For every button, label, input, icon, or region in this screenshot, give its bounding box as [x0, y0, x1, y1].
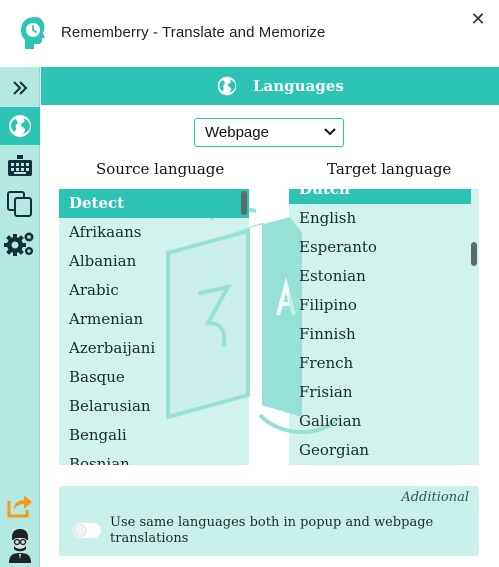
target-language-item[interactable]: Galician [289, 407, 479, 436]
sidebar-item-copy[interactable] [0, 185, 40, 223]
rememberry-logo-icon [21, 17, 45, 49]
target-language-item[interactable]: English [289, 204, 479, 233]
source-language-item[interactable]: Afrikaans [59, 218, 249, 247]
keyboard-icon [8, 155, 32, 176]
target-language-item[interactable]: French [289, 349, 479, 378]
source-language-item[interactable]: Armenian [59, 305, 249, 334]
sidebar-item-keyboard[interactable] [0, 147, 40, 185]
same-languages-label: Use same languages both in popup and web… [110, 515, 434, 546]
source-language-item[interactable]: Bosnian [59, 450, 249, 465]
target-language-list[interactable]: Dutch English Esperanto Estonian Filipin… [289, 189, 479, 465]
target-language-item[interactable]: Estonian [289, 262, 479, 291]
target-language-item[interactable]: Finnish [289, 320, 479, 349]
target-language-item[interactable]: Filipino [289, 291, 479, 320]
double-chevron-right-icon [13, 81, 28, 95]
close-button[interactable]: ✕ [468, 10, 488, 30]
chevron-down-icon [324, 128, 336, 136]
globe-icon [9, 115, 31, 137]
source-language-item[interactable]: Detect [59, 189, 249, 218]
gears-icon [4, 232, 34, 256]
mode-select-value: Webpage [205, 124, 269, 141]
source-language-item[interactable]: Basque [59, 363, 249, 392]
source-language-item[interactable]: Albanian [59, 247, 249, 276]
sidebar-item-settings[interactable] [0, 225, 40, 263]
page-title: Languages [253, 77, 344, 95]
target-language-label: Target language [327, 160, 452, 178]
expand-sidebar-button[interactable] [0, 69, 40, 107]
app-title: Rememberry - Translate and Memorize [61, 24, 326, 41]
source-language-item[interactable]: Arabic [59, 276, 249, 305]
copy-icon [7, 191, 32, 217]
target-language-item[interactable]: Frisian [289, 378, 479, 407]
target-language-item[interactable]: Dutch [289, 189, 471, 204]
account-button[interactable] [0, 527, 40, 565]
source-language-item[interactable]: Bengali [59, 421, 249, 450]
target-language-item[interactable]: Esperanto [289, 233, 479, 262]
source-language-item[interactable]: Belarusian [59, 392, 249, 421]
source-language-list[interactable]: Detect Afrikaans Albanian Arabic Armenia… [59, 189, 249, 465]
toggle-knob [74, 524, 87, 537]
additional-panel: Additional Use same languages both in po… [59, 486, 479, 556]
title-bar: Rememberry - Translate and Memorize ✕ [0, 0, 499, 67]
share-icon [7, 495, 32, 518]
target-list-scrollbar[interactable] [471, 242, 477, 266]
share-button[interactable] [0, 487, 40, 525]
languages-header: Languages [41, 67, 499, 105]
source-language-label: Source language [96, 160, 225, 178]
target-language-item[interactable]: Georgian [289, 436, 479, 465]
globe-icon [217, 76, 237, 96]
same-languages-toggle[interactable] [73, 523, 101, 538]
sidebar [0, 67, 40, 567]
mode-select[interactable]: Webpage [194, 118, 344, 147]
source-language-item[interactable]: Azerbaijani [59, 334, 249, 363]
user-avatar-icon [9, 529, 31, 563]
sidebar-item-languages[interactable] [0, 107, 40, 145]
additional-label: Additional [401, 490, 469, 505]
source-list-scrollbar[interactable] [241, 191, 247, 215]
